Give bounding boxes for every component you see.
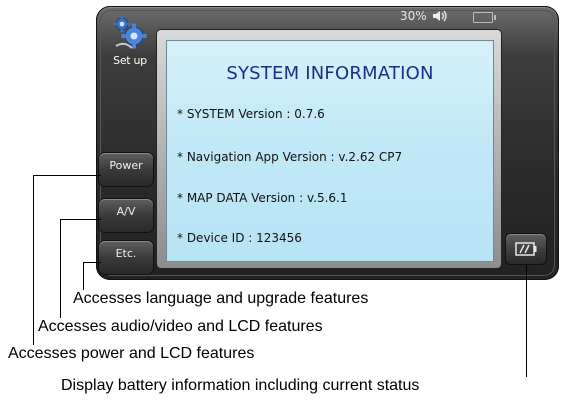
callout-etc: Accesses language and upgrade features [73,290,369,307]
battery-info-button[interactable] [506,234,546,264]
navigation-app-version: * Navigation App Version : v.2.62 CP7 [177,150,403,164]
callout-line-battery-vert [526,265,527,377]
battery-percent: 30% [400,9,427,23]
power-button-label: Power [109,159,143,172]
battery-icon [473,12,496,23]
power-button[interactable]: Power [99,153,153,186]
callout-av: Accesses audio/video and LCD features [38,318,323,335]
device-id: * Device ID : 123456 [177,231,302,245]
av-button-label: A/V [116,205,136,218]
etc-button-label: Etc. [115,247,137,260]
system-version: * SYSTEM Version : 0.7.6 [177,107,325,121]
callout-battery: Display battery information including cu… [61,377,420,394]
callout-line-av-vert [60,219,61,318]
callout-line-etc-vert [83,262,84,290]
speaker-icon [433,10,447,22]
etc-button[interactable]: Etc. [99,241,153,274]
callout-power: Accesses power and LCD features [8,345,255,362]
battery-info-icon [515,242,537,256]
setup-label: Set up [113,54,147,67]
setup-button[interactable]: Set up [108,14,152,68]
system-info-panel: SYSTEM INFORMATION * SYSTEM Version : 0.… [166,40,494,262]
callout-line-etc [83,262,101,263]
av-button[interactable]: A/V [99,199,153,232]
page-title: SYSTEM INFORMATION [226,63,434,84]
map-data-version: * MAP DATA Version : v.5.6.1 [177,191,348,205]
callout-line-av [60,219,101,220]
callout-line-power [33,175,101,176]
callout-line-power-vert [33,175,34,345]
setup-gear-icon [113,15,147,49]
